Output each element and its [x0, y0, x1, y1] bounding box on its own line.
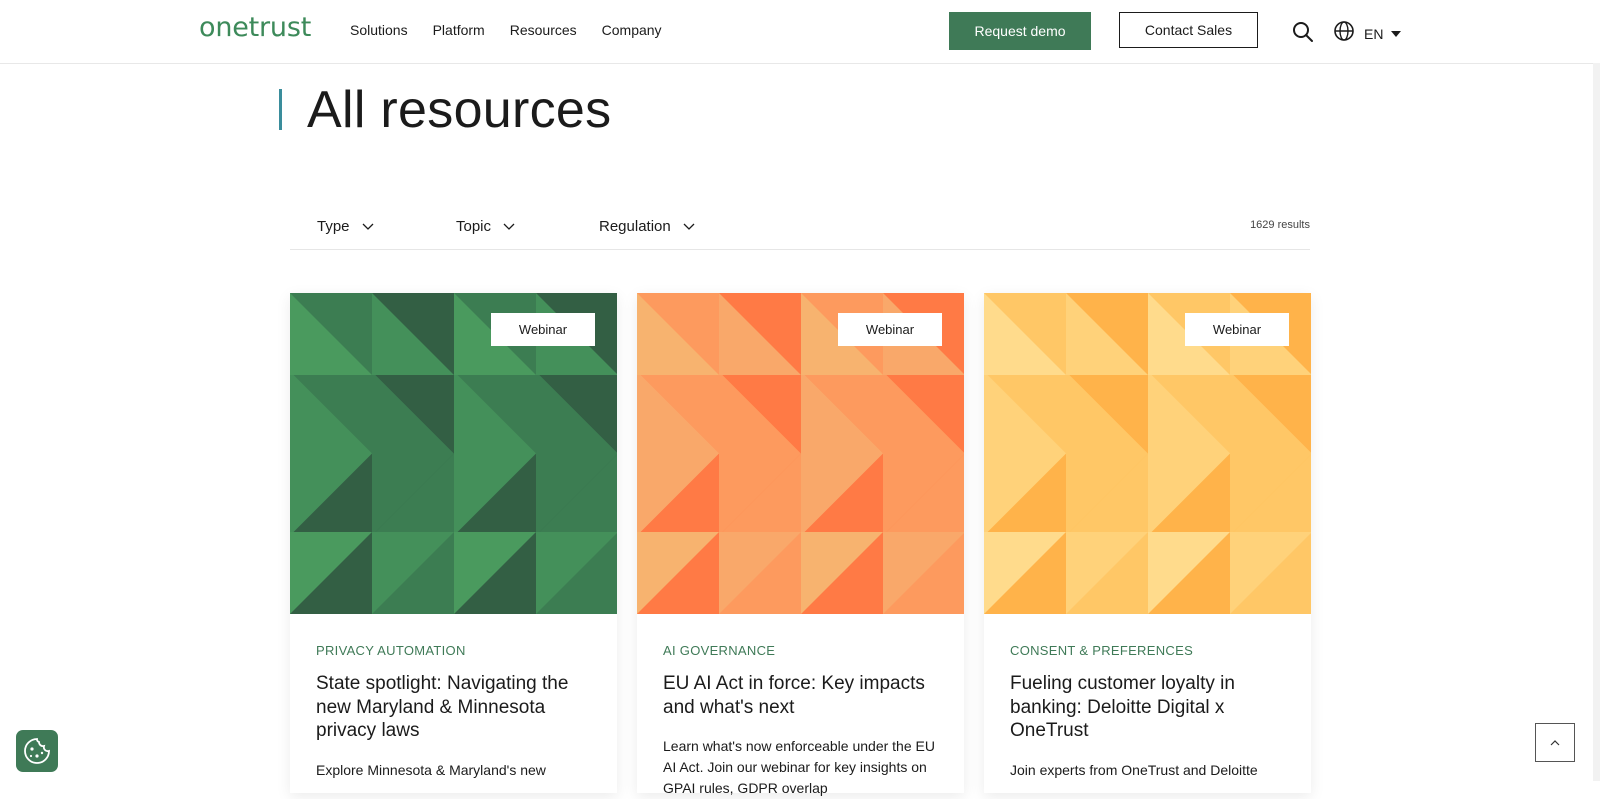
- contact-sales-button[interactable]: Contact Sales: [1119, 12, 1258, 48]
- results-count: 1629 results: [1250, 219, 1310, 231]
- card-image: Webinar: [637, 293, 964, 614]
- filter-type-label: Type: [317, 218, 350, 235]
- onetrust-logo[interactable]: onetrust: [199, 12, 311, 43]
- card-title[interactable]: Fueling customer loyalty in banking: Del…: [1010, 672, 1285, 743]
- nav-item-solutions[interactable]: Solutions: [350, 22, 408, 38]
- nav-item-resources[interactable]: Resources: [510, 22, 577, 38]
- card-type-badge: Webinar: [491, 313, 595, 346]
- back-to-top-button[interactable]: [1535, 723, 1575, 762]
- language-label: EN: [1364, 25, 1384, 42]
- globe-icon: [1333, 20, 1355, 47]
- card-image: Webinar: [984, 293, 1311, 614]
- request-demo-button[interactable]: Request demo: [949, 12, 1091, 50]
- nav-item-platform[interactable]: Platform: [433, 22, 485, 38]
- chevron-down-icon: [362, 223, 373, 230]
- card-description: Join experts from OneTrust and Deloitte: [1010, 761, 1258, 778]
- card-image: Webinar: [290, 293, 617, 614]
- caret-down-icon: [1391, 30, 1402, 37]
- card-description: Explore Minnesota & Maryland's new: [316, 761, 546, 778]
- page-scrollbar[interactable]: [1593, 63, 1600, 781]
- nav-item-company[interactable]: Company: [602, 22, 662, 38]
- card-category[interactable]: CONSENT & PREFERENCES: [1010, 643, 1285, 658]
- chevron-up-icon: [1550, 739, 1560, 745]
- filter-regulation[interactable]: Regulation: [599, 218, 695, 235]
- card-title[interactable]: EU AI Act in force: Key impacts and what…: [663, 672, 938, 719]
- chevron-down-icon: [683, 223, 695, 230]
- page-title: All resources: [307, 81, 612, 139]
- search-icon[interactable]: [1292, 21, 1314, 43]
- filter-type[interactable]: Type: [317, 218, 374, 235]
- card-type-badge: Webinar: [1185, 313, 1289, 346]
- chevron-down-icon: [503, 223, 515, 230]
- top-navbar: onetrust Solutions Platform Resources Co…: [0, 0, 1600, 64]
- main-nav: Solutions Platform Resources Company: [350, 22, 687, 38]
- card-title[interactable]: State spotlight: Navigating the new Mary…: [316, 672, 591, 743]
- filter-topic[interactable]: Topic: [456, 218, 515, 235]
- language-selector[interactable]: EN: [1333, 20, 1402, 47]
- filter-topic-label: Topic: [456, 218, 492, 235]
- resource-card[interactable]: Webinar CONSENT & PREFERENCES Fueling cu…: [984, 293, 1311, 793]
- filter-regulation-label: Regulation: [599, 218, 671, 235]
- resource-card[interactable]: Webinar AI GOVERNANCE EU AI Act in force…: [637, 293, 964, 796]
- title-accent-bar: [279, 89, 282, 130]
- cookie-icon: [24, 738, 50, 764]
- card-category[interactable]: AI GOVERNANCE: [663, 643, 938, 658]
- resource-card[interactable]: Webinar PRIVACY AUTOMATION State spotlig…: [290, 293, 617, 793]
- cookie-settings-button[interactable]: [16, 730, 58, 772]
- card-description: Learn what's now enforceable under the E…: [663, 738, 935, 796]
- filter-bar: Type Topic Regulation 1629 results: [290, 205, 1310, 250]
- card-category[interactable]: PRIVACY AUTOMATION: [316, 643, 591, 658]
- card-type-badge: Webinar: [838, 313, 942, 346]
